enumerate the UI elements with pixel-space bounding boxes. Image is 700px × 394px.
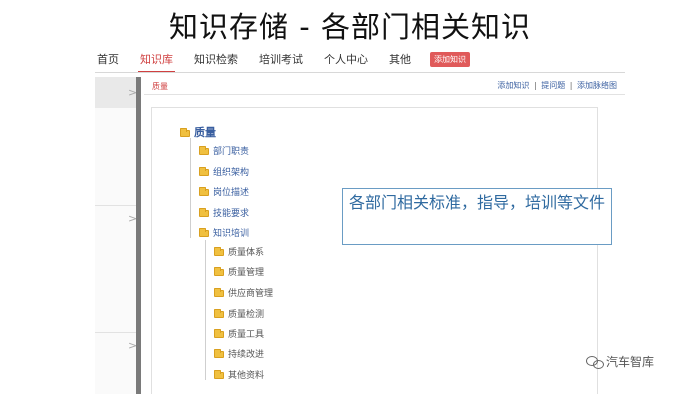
tree-item-level1[interactable]: 部门职责 (199, 144, 249, 157)
folder-icon (199, 208, 209, 217)
tree-label: 组织架构 (213, 168, 250, 178)
tree-item-level2[interactable]: 其他资料 (214, 368, 264, 381)
tree-item-level2[interactable]: 质量检测 (214, 307, 264, 320)
tree-label: 供应商管理 (228, 289, 274, 299)
folder-icon (214, 288, 224, 297)
tree-label: 质量管理 (228, 268, 265, 278)
watermark-text: 汽车智库 (606, 355, 655, 369)
tree-label: 质量工具 (228, 330, 265, 340)
top-nav: 首页 知识库 知识检索 培训考试 个人中心 其他 添加知识 (97, 48, 470, 73)
tree-label: 技能要求 (213, 209, 250, 219)
nav-item-personal-center[interactable]: 个人中心 (324, 51, 368, 67)
scrollbar[interactable] (136, 77, 141, 394)
tree-item-level1[interactable]: 岗位描述 (199, 185, 249, 198)
tree-item-level2[interactable]: 质量管理 (214, 265, 264, 278)
nav-divider (95, 72, 625, 73)
sidebar: > > > (95, 77, 139, 394)
sidebar-divider (95, 205, 139, 206)
wechat-icon (586, 355, 604, 369)
content-header: 质量 添加知识 | 提问题 | 添加脉络图 (144, 77, 625, 95)
folder-icon (214, 309, 224, 318)
tree-label: 部门职责 (213, 147, 250, 157)
separator: | (569, 81, 573, 90)
folder-icon (214, 247, 224, 256)
tree-item-level1[interactable]: 组织架构 (199, 165, 249, 178)
folder-open-icon (199, 228, 209, 237)
sidebar-divider (95, 332, 139, 333)
tree-label: 持续改进 (228, 350, 265, 360)
add-knowledge-button[interactable]: 添加知识 (430, 51, 470, 67)
tree-label: 其他资料 (228, 371, 265, 381)
tree-item-level2[interactable]: 持续改进 (214, 347, 264, 360)
tree-connector (190, 138, 191, 238)
tree-connector (205, 240, 206, 380)
folder-icon (199, 146, 209, 155)
folder-icon (199, 167, 209, 176)
folder-icon (214, 267, 224, 276)
folder-icon (214, 370, 224, 379)
nav-item-knowledge-search[interactable]: 知识检索 (194, 51, 238, 67)
tree-item-level1[interactable]: 技能要求 (199, 206, 249, 219)
callout-annotation: 各部门相关标准，指导，培训等文件 (342, 188, 612, 245)
tree-item-level1[interactable]: 知识培训 (199, 226, 249, 239)
folder-open-icon (180, 128, 190, 137)
nav-item-training-exam[interactable]: 培训考试 (259, 51, 303, 67)
tree-label: 岗位描述 (213, 188, 250, 198)
add-knowledge-link[interactable]: 添加知识 (497, 81, 529, 90)
tree-label: 质量 (194, 126, 216, 139)
folder-icon (214, 329, 224, 338)
ask-question-link[interactable]: 提问题 (541, 81, 565, 90)
tree-root[interactable]: 质量 (180, 124, 216, 140)
tree-item-level2[interactable]: 质量工具 (214, 327, 264, 340)
header-actions: 添加知识 | 提问题 | 添加脉络图 (497, 80, 617, 91)
separator: | (533, 81, 537, 90)
tree-label: 质量体系 (228, 248, 265, 258)
folder-icon (214, 349, 224, 358)
tree-item-level2[interactable]: 质量体系 (214, 245, 264, 258)
nav-item-home[interactable]: 首页 (97, 51, 119, 67)
add-mindmap-link[interactable]: 添加脉络图 (577, 81, 617, 90)
tree-label: 质量检测 (228, 310, 265, 320)
tree-label: 知识培训 (213, 229, 250, 239)
tree-item-level2[interactable]: 供应商管理 (214, 286, 273, 299)
folder-icon (199, 187, 209, 196)
watermark: 汽车智库 (586, 353, 654, 370)
slide-title: 知识存储 - 各部门相关知识 (169, 10, 531, 44)
nav-item-knowledge-base[interactable]: 知识库 (138, 51, 175, 73)
nav-item-other[interactable]: 其他 (389, 51, 411, 67)
breadcrumb[interactable]: 质量 (152, 81, 168, 92)
